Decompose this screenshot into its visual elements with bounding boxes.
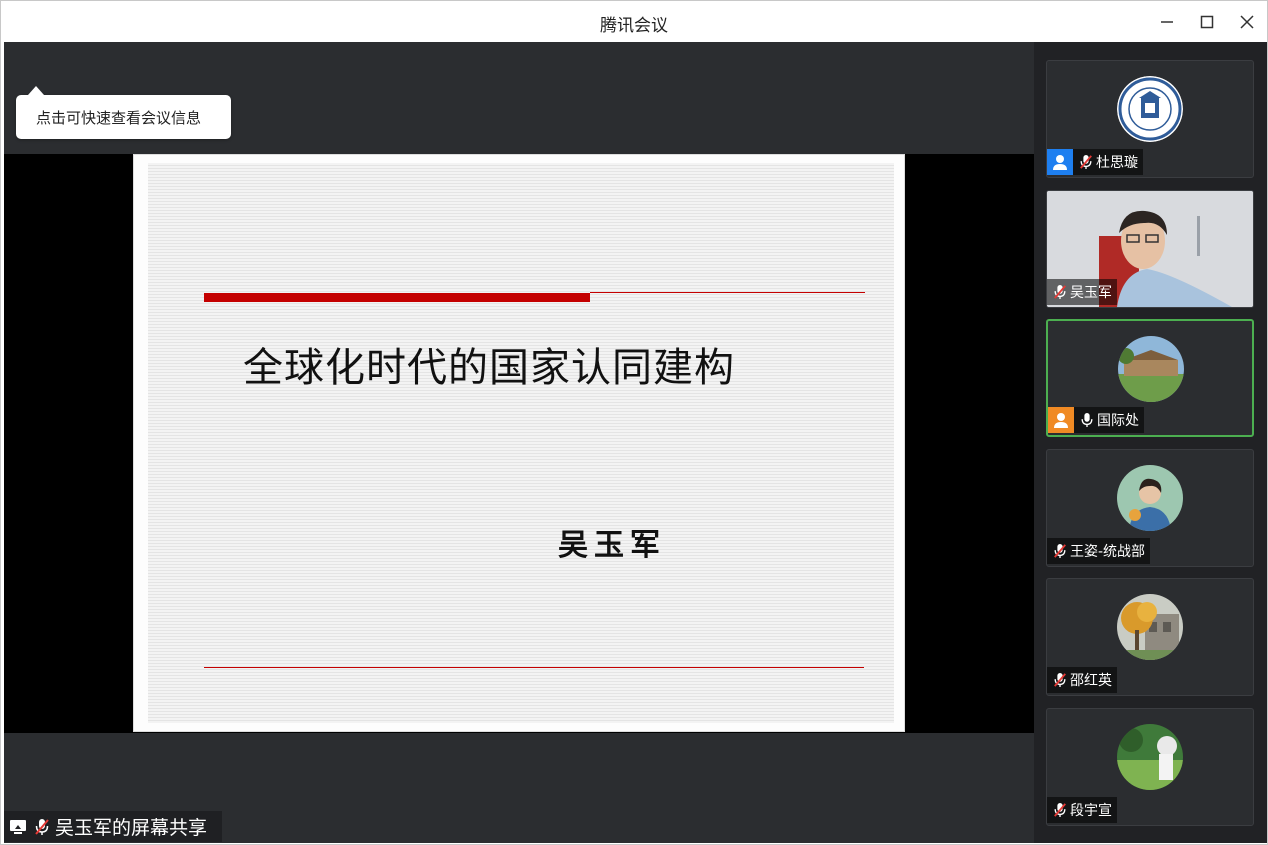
- slide-accent-bar: [204, 293, 590, 302]
- slide-background: 全球化时代的国家认同建构 吴玉军: [148, 163, 894, 723]
- presentation-slide: 全球化时代的国家认同建构 吴玉军: [133, 154, 905, 732]
- participant-label: 吴玉军: [1047, 279, 1117, 305]
- participant-label: 杜思璇: [1047, 149, 1143, 175]
- slide-bottom-line: [204, 667, 864, 668]
- screen-share-label-text: 吴玉军的屏幕共享: [55, 817, 208, 839]
- maximize-button[interactable]: [1189, 7, 1225, 37]
- participant-name: 国际处: [1097, 413, 1139, 429]
- mic-muted-icon: [1050, 800, 1070, 820]
- mic-muted-icon: [1076, 152, 1096, 172]
- tooltip-text: 点击可快速查看会议信息: [36, 108, 202, 127]
- participant-name: 邵红英: [1070, 673, 1112, 689]
- user-icon: [1048, 407, 1074, 433]
- maximize-icon: [1200, 15, 1214, 29]
- user-icon: [1047, 149, 1073, 175]
- participant-name: 段宇宣: [1070, 803, 1112, 819]
- close-icon: [1240, 15, 1254, 29]
- participant-tile[interactable]: 杜思璇: [1046, 60, 1254, 178]
- participant-label: 邵红英: [1047, 667, 1117, 693]
- participant-label: 国际处: [1048, 407, 1144, 433]
- screen-share-icon: [7, 816, 29, 838]
- participant-name: 王姿-统战部: [1070, 544, 1146, 560]
- person-photo-avatar: [1117, 465, 1183, 531]
- participant-sidebar: 杜思璇 吴玉军 国际处 王姿-统战部 邵红英 段宇宣: [1034, 42, 1267, 843]
- autumn-tree-photo-avatar: [1117, 594, 1183, 660]
- participant-label: 段宇宣: [1047, 797, 1117, 823]
- university-seal-avatar: [1117, 76, 1183, 142]
- minimize-icon: [1161, 21, 1173, 23]
- participant-tile[interactable]: 王姿-统战部: [1046, 449, 1254, 567]
- main-stage: 点击可快速查看会议信息 全球化时代的国家认同建构 吴玉军 吴玉军的屏幕共享: [4, 42, 1034, 843]
- mic-muted-icon: [1050, 541, 1070, 561]
- participant-name: 吴玉军: [1070, 285, 1112, 301]
- meeting-info-tooltip[interactable]: 点击可快速查看会议信息: [16, 86, 231, 139]
- participant-tile[interactable]: 邵红英: [1046, 578, 1254, 696]
- slide-title: 全球化时代的国家认同建构: [243, 345, 735, 391]
- window-title: 腾讯会议: [600, 16, 668, 36]
- minimize-button[interactable]: [1149, 7, 1185, 37]
- campus-photo-avatar: [1118, 336, 1184, 402]
- slide-author: 吴玉军: [558, 528, 666, 563]
- participant-label: 王姿-统战部: [1047, 538, 1151, 564]
- participant-tile-active[interactable]: 国际处: [1046, 319, 1254, 437]
- slide-accent-line: [590, 292, 865, 293]
- mic-muted-icon: [31, 816, 53, 838]
- screen-share-label: 吴玉军的屏幕共享: [4, 811, 222, 842]
- mic-muted-icon: [1050, 282, 1070, 302]
- participant-tile[interactable]: 段宇宣: [1046, 708, 1254, 826]
- mic-muted-icon: [1050, 670, 1070, 690]
- title-bar: 腾讯会议: [1, 1, 1267, 42]
- screen-share-area: 全球化时代的国家认同建构 吴玉军: [4, 154, 1034, 733]
- garden-photo-avatar: [1117, 724, 1183, 790]
- mic-icon: [1077, 410, 1097, 430]
- meeting-window: 腾讯会议 点击可快速查看会议信息 全球化时代的国家认同建构 吴玉军 吴玉军的屏幕…: [0, 0, 1268, 845]
- participant-tile[interactable]: 吴玉军: [1046, 190, 1254, 308]
- participant-name: 杜思璇: [1096, 155, 1138, 171]
- close-button[interactable]: [1229, 7, 1265, 37]
